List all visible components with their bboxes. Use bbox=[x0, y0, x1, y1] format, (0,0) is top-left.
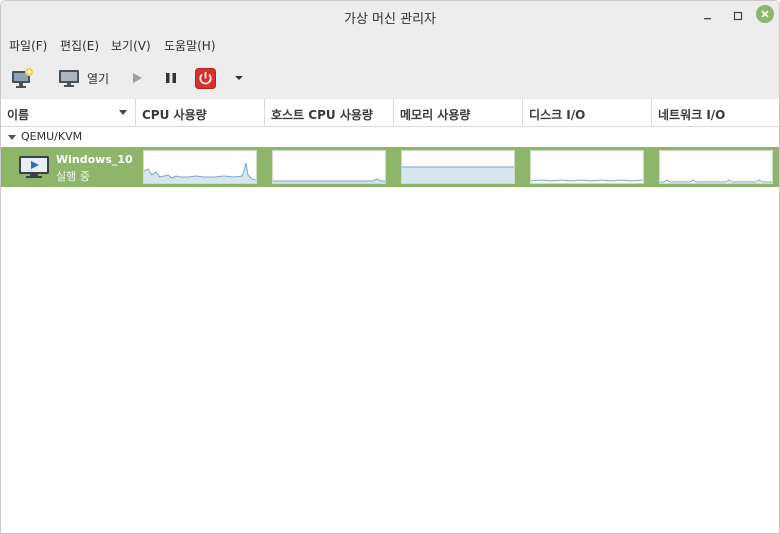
window-title: 가상 머신 관리자 bbox=[344, 12, 436, 27]
cpu-usage-graph bbox=[143, 150, 257, 184]
title-bar: 가상 머신 관리자 bbox=[1, 1, 779, 31]
expand-arrow-icon[interactable] bbox=[8, 135, 16, 140]
maximize-icon bbox=[733, 11, 743, 21]
menu-view[interactable]: 보기(V) bbox=[111, 37, 151, 54]
power-icon bbox=[195, 67, 216, 89]
pause-icon bbox=[166, 73, 176, 83]
toolbar: 열기 bbox=[1, 57, 779, 99]
memory-usage-graph bbox=[401, 150, 515, 184]
column-memory-label: 메모리 사용량 bbox=[400, 108, 471, 122]
maximize-button[interactable] bbox=[728, 6, 748, 26]
vm-name: Windows_10 bbox=[56, 153, 133, 166]
vm-running-icon bbox=[18, 155, 50, 182]
column-disk-label: 디스크 I/O bbox=[529, 108, 586, 122]
chevron-down-icon bbox=[235, 76, 243, 80]
host-cpu-usage-graph bbox=[272, 150, 386, 184]
menu-file[interactable]: 파일(F) bbox=[9, 37, 47, 54]
run-button[interactable] bbox=[130, 65, 144, 91]
sort-down-icon bbox=[119, 110, 127, 115]
column-name-label: 이름 bbox=[7, 108, 30, 122]
column-host-cpu[interactable]: 호스트 CPU 사용량 bbox=[265, 99, 394, 126]
close-button[interactable] bbox=[756, 5, 774, 23]
column-disk[interactable]: 디스크 I/O bbox=[523, 99, 652, 126]
play-icon bbox=[133, 73, 142, 83]
close-icon bbox=[761, 10, 769, 18]
new-vm-icon bbox=[12, 68, 33, 88]
open-button[interactable]: 열기 bbox=[58, 65, 109, 91]
vm-row[interactable]: Windows_10 실행 중 bbox=[1, 147, 779, 187]
column-network[interactable]: 네트워크 I/O bbox=[652, 99, 779, 126]
column-cpu[interactable]: CPU 사용량 bbox=[136, 99, 265, 126]
column-host-cpu-label: 호스트 CPU 사용량 bbox=[271, 108, 373, 122]
connection-label: QEMU/KVM bbox=[21, 130, 83, 143]
column-network-label: 네트워크 I/O bbox=[658, 108, 726, 122]
network-io-graph bbox=[659, 150, 773, 184]
virt-manager-window: 가상 머신 관리자 파일(F) 편집(E) 보기(V) 도움말(H) 열기 이름… bbox=[0, 0, 780, 534]
minimize-button[interactable] bbox=[698, 6, 718, 26]
vm-status: 실행 중 bbox=[56, 170, 90, 183]
column-memory[interactable]: 메모리 사용량 bbox=[394, 99, 523, 126]
menu-help[interactable]: 도움말(H) bbox=[164, 37, 216, 54]
new-vm-button[interactable] bbox=[10, 65, 34, 91]
shutdown-menu-button[interactable] bbox=[233, 65, 245, 91]
column-cpu-label: CPU 사용량 bbox=[142, 108, 207, 122]
monitor-icon bbox=[59, 70, 79, 87]
menu-edit[interactable]: 편집(E) bbox=[60, 37, 99, 54]
open-label: 열기 bbox=[87, 71, 110, 86]
pause-button[interactable] bbox=[164, 65, 178, 91]
column-name[interactable]: 이름 bbox=[1, 99, 136, 126]
disk-io-graph bbox=[530, 150, 644, 184]
connection-row[interactable]: QEMU/KVM bbox=[1, 127, 779, 147]
minimize-icon bbox=[704, 18, 711, 20]
column-header: 이름 CPU 사용량 호스트 CPU 사용량 메모리 사용량 디스크 I/O 네… bbox=[1, 99, 779, 127]
shutdown-button[interactable] bbox=[195, 65, 216, 91]
menu-bar: 파일(F) 편집(E) 보기(V) 도움말(H) bbox=[1, 31, 779, 57]
